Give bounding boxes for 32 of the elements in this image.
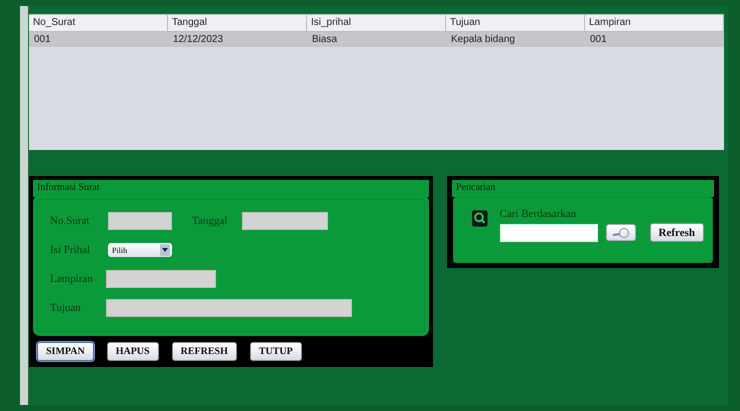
column-header[interactable]: Tanggal: [168, 14, 307, 32]
caret-icon: [160, 244, 170, 256]
field-label: Tujuan: [50, 302, 82, 314]
field-label: Lampiran: [50, 273, 94, 285]
action-button[interactable]: TUTUP: [250, 342, 302, 361]
field-label: No.Surat: [50, 215, 90, 227]
action-button[interactable]: REFRESH: [172, 342, 237, 361]
magnifier-icon: [472, 208, 488, 229]
search-field[interactable]: [500, 224, 598, 242]
panel-title: Pencarian: [452, 180, 714, 197]
table-cell-text: 001: [33, 33, 52, 47]
search-button[interactable]: [606, 224, 636, 241]
no-surat-field[interactable]: [108, 212, 172, 230]
column-header[interactable]: No_Surat: [29, 14, 168, 32]
tanggal-field[interactable]: [242, 212, 328, 230]
table-cell-text: Kepala bidang: [450, 33, 516, 47]
column-header[interactable]: Isi_prihal: [307, 14, 446, 32]
tujuan-field[interactable]: [106, 299, 352, 317]
action-button[interactable]: HAPUS: [106, 342, 159, 361]
field-label: Tanggal: [192, 215, 228, 227]
table-cell-text: 12/12/2023: [172, 33, 224, 47]
field-label: Isi Prihal: [50, 244, 92, 256]
column-header[interactable]: Tujuan: [446, 14, 585, 32]
table-row[interactable]: 001 12/12/2023 Biasa Kepala bidang 001: [29, 32, 724, 47]
column-header[interactable]: Lampiran: [585, 14, 724, 32]
refresh-button[interactable]: Refresh: [650, 223, 704, 242]
action-button[interactable]: SIMPAN: [37, 342, 94, 361]
search-label: Cari Berdasarkan: [500, 208, 578, 220]
lampiran-field[interactable]: [106, 270, 216, 288]
table-cell-text: Biasa: [311, 33, 338, 47]
table-cell-text: 001: [589, 33, 608, 47]
isi-prihal-dropdown[interactable]: Pilih: [108, 243, 172, 257]
